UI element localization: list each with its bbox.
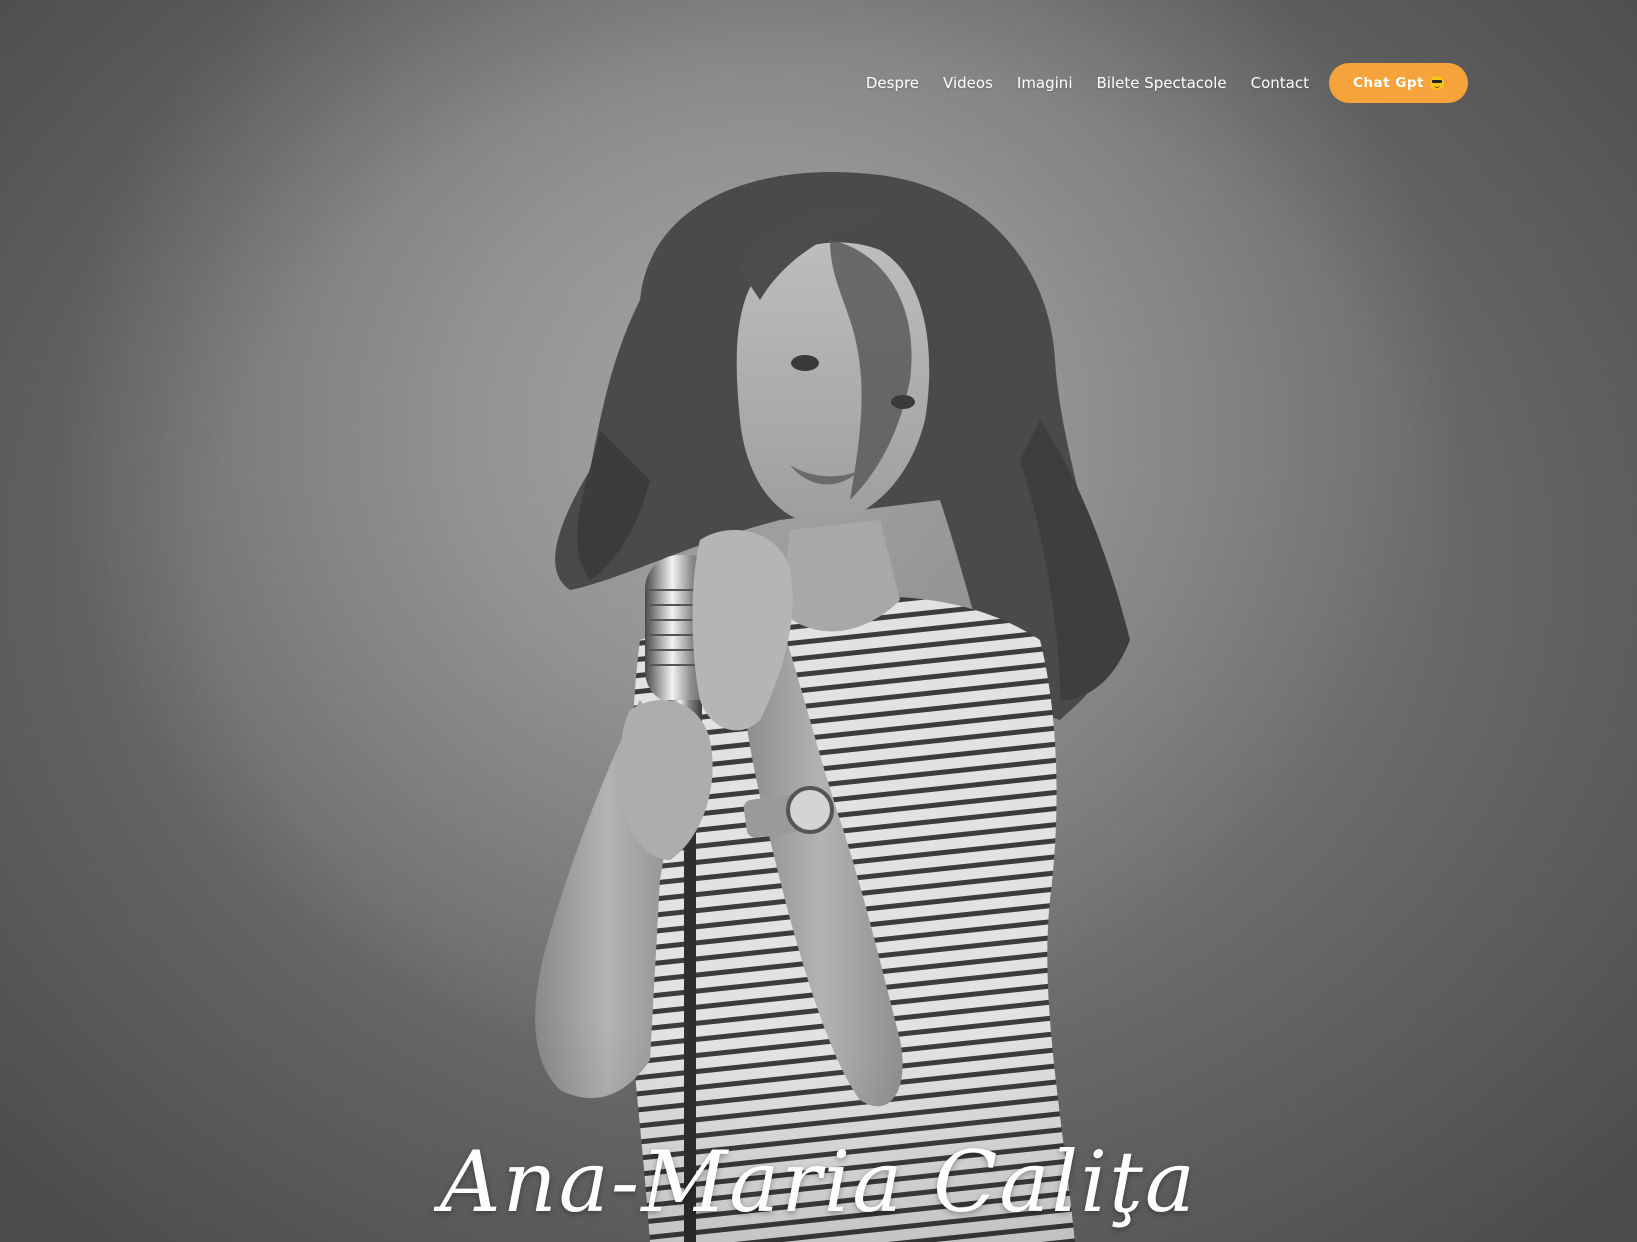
nav-link-bilete-spectacole[interactable]: Bilete Spectacole	[1096, 74, 1226, 92]
nav-link-despre[interactable]: Despre	[866, 74, 919, 92]
main-navigation: Despre Videos Imagini Bilete Spectacole …	[866, 63, 1468, 103]
hero-section: Despre Videos Imagini Bilete Spectacole …	[0, 0, 1637, 1242]
nav-link-contact[interactable]: Contact	[1251, 74, 1309, 92]
chat-gpt-button[interactable]: Chat Gpt	[1329, 63, 1468, 103]
artist-signature: Ana-Maria Caliţa	[439, 1133, 1198, 1231]
chat-gpt-button-label: Chat Gpt	[1353, 75, 1424, 91]
sunglasses-emoji-icon	[1429, 76, 1444, 90]
hero-photo	[535, 171, 1130, 1242]
nav-link-videos[interactable]: Videos	[943, 74, 993, 92]
nav-link-imagini[interactable]: Imagini	[1017, 74, 1073, 92]
watch-shape	[786, 786, 834, 834]
